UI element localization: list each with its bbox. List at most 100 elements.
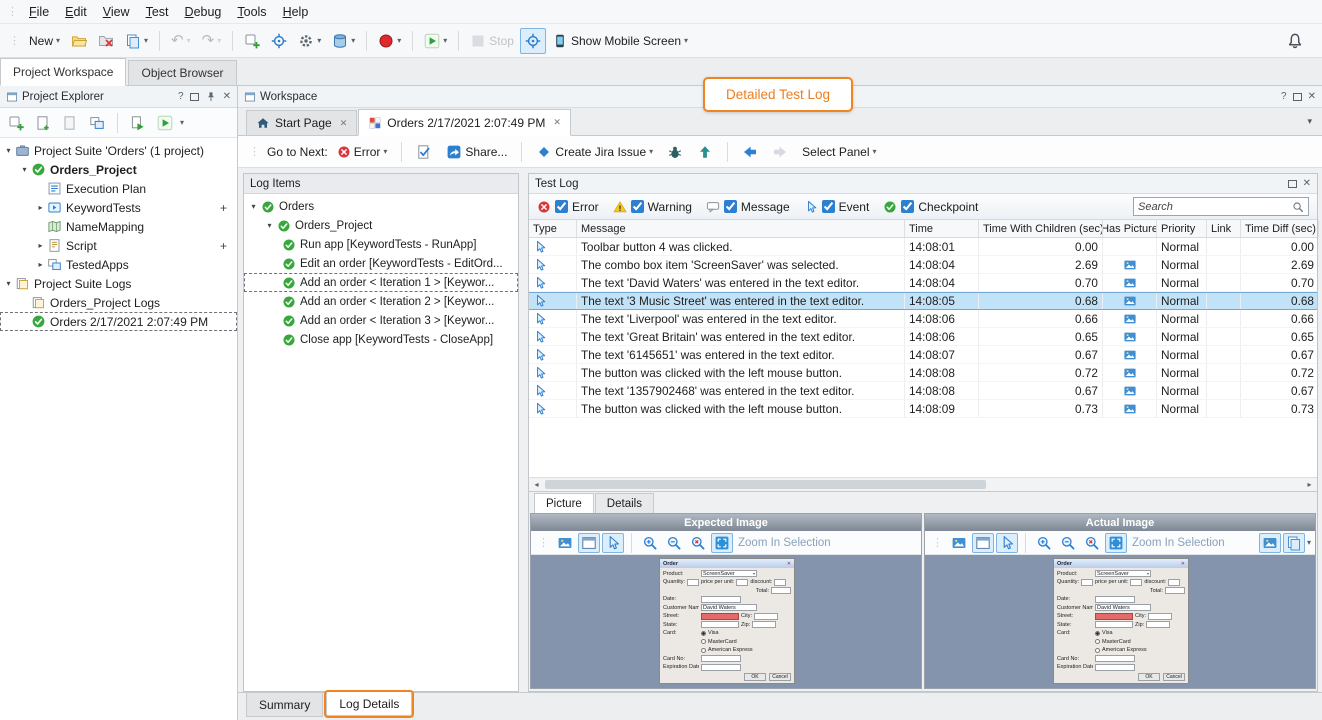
column-header-time-diff[interactable]: Time Diff (sec)	[1241, 220, 1319, 237]
previous-result-button[interactable]	[737, 139, 763, 165]
log-tree-item-add-order-3[interactable]: Add an order < Iteration 3 > [Keywor...	[244, 311, 518, 330]
column-header-time-with-children[interactable]: Time With Children (sec)	[979, 220, 1103, 237]
tree-item-testedapps[interactable]: ▸ TestedApps	[0, 255, 237, 274]
tab-summary[interactable]: Summary	[246, 693, 323, 717]
tab-details[interactable]: Details	[595, 493, 654, 513]
picture-icon[interactable]	[1123, 366, 1137, 380]
chevron-down-icon[interactable]: ▾	[248, 202, 259, 211]
tree-item-script[interactable]: ▸ Script +	[0, 236, 237, 255]
picture-icon[interactable]	[1123, 384, 1137, 398]
table-row[interactable]: The text '1357902468' was entered in the…	[529, 382, 1317, 400]
horizontal-scrollbar[interactable]: ◂ ▸	[529, 477, 1317, 491]
table-row[interactable]: The text 'Great Britain' was entered in …	[529, 328, 1317, 346]
menu-help[interactable]: Help	[275, 2, 317, 22]
float-icon[interactable]	[190, 93, 199, 101]
picture-icon[interactable]	[1123, 294, 1137, 308]
log-tree-item-close-app[interactable]: Close app [KeywordTests - CloseApp]	[244, 330, 518, 349]
display-object-spy-button[interactable]	[520, 28, 546, 54]
chevron-right-icon[interactable]: ▸	[35, 260, 46, 269]
chevron-down-icon[interactable]: ▾	[264, 221, 275, 230]
chevron-down-icon[interactable]: ▾	[180, 119, 184, 127]
view-image-button[interactable]	[578, 533, 600, 553]
data-generator-button[interactable]: ▾	[327, 28, 360, 54]
pin-icon[interactable]	[205, 91, 217, 103]
tab-orders-log[interactable]: Orders 2/17/2021 2:07:49 PM ✕	[358, 109, 571, 136]
menu-test[interactable]: Test	[138, 2, 177, 22]
notifications-button[interactable]	[1286, 32, 1304, 50]
log-tree-item-add-order-2[interactable]: Add an order < Iteration 2 > [Keywor...	[244, 292, 518, 311]
picture-icon[interactable]	[1123, 258, 1137, 272]
menu-debug[interactable]: Debug	[177, 2, 230, 22]
picture-icon[interactable]	[1123, 348, 1137, 362]
export-results-button[interactable]	[411, 139, 437, 165]
tree-item-orders-project[interactable]: ▾ Orders_Project	[0, 160, 237, 179]
tree-item-execution-plan[interactable]: Execution Plan	[0, 179, 237, 198]
report-bug-button[interactable]	[662, 139, 688, 165]
warning-checkbox[interactable]	[631, 200, 644, 213]
upload-log-button[interactable]	[692, 139, 718, 165]
close-icon[interactable]: ✕	[223, 92, 231, 102]
organize-items-button[interactable]	[85, 111, 109, 135]
view-mode-button[interactable]	[1283, 533, 1305, 553]
save-all-button[interactable]: ▾	[120, 28, 153, 54]
tree-item-keywordtests[interactable]: ▸ KeywordTests +	[0, 198, 237, 217]
run-button[interactable]: ▾	[419, 28, 452, 54]
scroll-right-icon[interactable]: ▸	[1302, 480, 1317, 489]
add-existing-item-button[interactable]	[58, 111, 82, 135]
log-tree-item-orders-project[interactable]: ▾ Orders_Project	[244, 216, 518, 235]
chevron-right-icon[interactable]: ▸	[35, 241, 46, 250]
column-header-has-picture[interactable]: Has Picture	[1103, 220, 1157, 237]
tab-start-page[interactable]: Start Page ✕	[246, 110, 357, 135]
zoom-reset-button[interactable]	[1081, 533, 1103, 553]
chevron-down-icon[interactable]: ▾	[3, 146, 14, 155]
close-tab-icon[interactable]: ✕	[553, 117, 561, 128]
event-checkbox[interactable]	[822, 200, 835, 213]
picture-icon[interactable]	[1123, 402, 1137, 416]
create-jira-issue-button[interactable]: Create Jira Issue▾	[531, 139, 658, 165]
zoom-out-button[interactable]	[663, 533, 685, 553]
column-header-message[interactable]: Message	[577, 220, 905, 237]
add-new-item-button[interactable]	[4, 111, 28, 135]
options-button[interactable]: ▾	[293, 28, 326, 54]
stop-button[interactable]: Stop	[465, 28, 519, 54]
log-tree-item-edit-order[interactable]: Edit an order [KeywordTests - EditOrd...	[244, 254, 518, 273]
zoom-out-button[interactable]	[1057, 533, 1079, 553]
new-button[interactable]: New▾	[24, 28, 65, 54]
table-row[interactable]: The text '6145651' was entered in the te…	[529, 346, 1317, 364]
select-tool-button[interactable]	[996, 533, 1018, 553]
help-icon[interactable]: ?	[1281, 92, 1287, 102]
tree-item-namemapping[interactable]: NameMapping	[0, 217, 237, 236]
add-item-button[interactable]	[239, 28, 265, 54]
compare-images-button[interactable]	[1259, 533, 1281, 553]
table-row[interactable]: The combo box item 'ScreenSaver' was sel…	[529, 256, 1317, 274]
add-file-button[interactable]	[31, 111, 55, 135]
run-test-button[interactable]	[126, 111, 150, 135]
zoom-reset-button[interactable]	[687, 533, 709, 553]
log-tree-item-add-order-1[interactable]: Add an order < Iteration 1 > [Keywor...	[244, 273, 518, 292]
scrollbar-thumb[interactable]	[545, 480, 986, 489]
error-checkbox[interactable]	[555, 200, 568, 213]
add-button[interactable]: +	[220, 239, 233, 253]
record-button[interactable]: ▾	[373, 28, 406, 54]
redo-button[interactable]: ↷▾	[197, 28, 227, 54]
tab-log-details[interactable]: Log Details	[326, 692, 412, 716]
run-project-button[interactable]	[153, 111, 177, 135]
search-input[interactable]	[1138, 201, 1289, 213]
close-project-button[interactable]	[93, 28, 119, 54]
copy-image-button[interactable]	[554, 533, 576, 553]
zoom-in-button[interactable]	[639, 533, 661, 553]
help-icon[interactable]: ?	[178, 92, 184, 102]
column-header-link[interactable]: Link	[1207, 220, 1241, 237]
table-row[interactable]: The text 'David Waters' was entered in t…	[529, 274, 1317, 292]
tree-item-project-suite-logs[interactable]: ▾ Project Suite Logs	[0, 274, 237, 293]
table-row[interactable]: Toolbar button 4 was clicked. 14:08:01 0…	[529, 238, 1317, 256]
show-mobile-screen-button[interactable]: Show Mobile Screen▾	[547, 28, 693, 54]
undo-button[interactable]: ↶▾	[166, 28, 196, 54]
column-header-type[interactable]: Type	[529, 220, 577, 237]
table-row[interactable]: The text 'Liverpool' was entered in the …	[529, 310, 1317, 328]
menu-tools[interactable]: Tools	[229, 2, 274, 22]
float-icon[interactable]	[1293, 93, 1302, 101]
scroll-left-icon[interactable]: ◂	[529, 480, 544, 489]
close-icon[interactable]: ✕	[1303, 179, 1311, 189]
add-button[interactable]: +	[220, 201, 233, 215]
